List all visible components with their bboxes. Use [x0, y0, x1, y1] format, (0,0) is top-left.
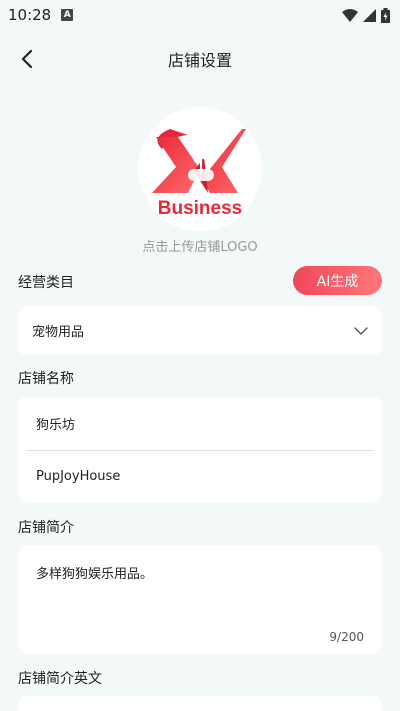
- store-name-cn-input[interactable]: 狗乐坊: [18, 397, 382, 450]
- intro-en-textarea[interactable]: [18, 696, 382, 711]
- store-logo-upload[interactable]: Business: [138, 107, 262, 231]
- status-bar: 10:28 A: [0, 0, 400, 30]
- category-selected-value: 宠物用品: [32, 325, 85, 340]
- intro-text: 多样狗狗娱乐用品。: [36, 567, 154, 582]
- intro-textarea[interactable]: 多样狗狗娱乐用品。 9/200: [18, 545, 382, 654]
- notification-icon: A: [61, 9, 74, 21]
- status-left: 10:28 A: [8, 6, 74, 24]
- signal-icon: [363, 8, 376, 22]
- chevron-down-icon: [354, 326, 368, 335]
- status-icons: [342, 7, 390, 23]
- status-time: 10:28: [8, 6, 52, 24]
- battery-icon: [381, 7, 390, 23]
- store-name-label: 店铺名称: [18, 371, 74, 387]
- category-label: 经营类目: [18, 275, 74, 291]
- chevron-left-icon: [21, 50, 33, 68]
- page-header: 店铺设置: [0, 40, 400, 78]
- intro-char-counter: 9/200: [329, 630, 364, 644]
- back-button[interactable]: [14, 46, 40, 72]
- store-name-en-input[interactable]: PupJoyHouse: [18, 450, 382, 503]
- divider: [26, 450, 374, 451]
- intro-en-label: 店铺简介英文: [18, 671, 102, 687]
- store-logo-image: Business: [152, 129, 246, 219]
- wifi-icon: [342, 8, 358, 22]
- intro-label: 店铺简介: [18, 520, 74, 536]
- logo-upload-hint: 点击上传店铺LOGO: [142, 240, 258, 255]
- store-name-card: 狗乐坊 PupJoyHouse: [18, 397, 382, 503]
- ai-generate-button[interactable]: AI生成: [293, 266, 382, 295]
- logo-brand-text: Business: [158, 198, 242, 219]
- page-title: 店铺设置: [167, 51, 232, 70]
- category-select[interactable]: 宠物用品: [18, 306, 382, 355]
